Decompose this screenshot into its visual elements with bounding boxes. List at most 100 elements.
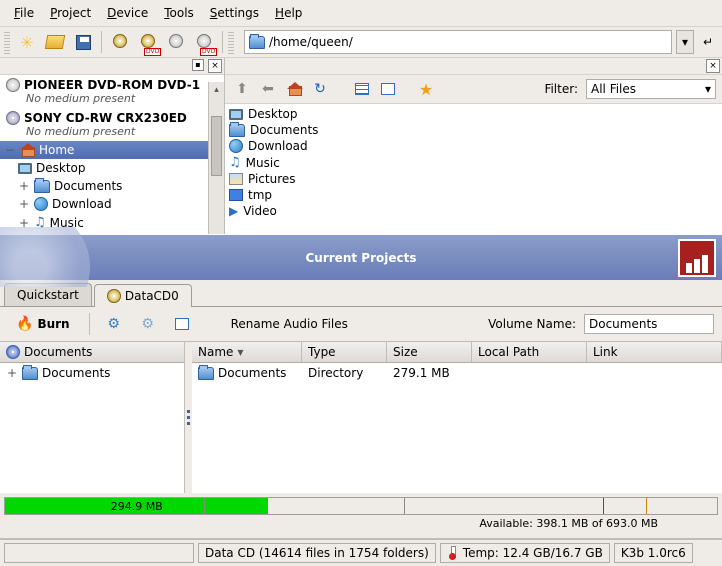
cd-icon: [6, 345, 20, 359]
main-toolbar: ✳ DVD DVD /home/queen/ ▾ ↵: [0, 27, 722, 58]
upper-panes: ▪ × PIONEER DVD-ROM DVD-1 No medium pres…: [0, 58, 722, 234]
proj-tree-header[interactable]: Documents: [0, 342, 184, 363]
current-projects-banner: Current Projects: [0, 234, 722, 280]
burn-button[interactable]: 🔥 Burn: [8, 313, 78, 335]
col-localpath[interactable]: Local Path: [472, 342, 587, 362]
file-pictures[interactable]: Pictures: [227, 171, 720, 187]
device-tree: PIONEER DVD-ROM DVD-1 No medium present …: [0, 75, 224, 234]
tree-home[interactable]: − Home: [0, 141, 224, 159]
desktop-icon: [229, 109, 243, 120]
desktop-icon: [18, 163, 32, 174]
pane-close[interactable]: ×: [208, 59, 222, 73]
toolbar-grip[interactable]: [4, 30, 10, 54]
nav-up[interactable]: ⬆: [231, 78, 253, 100]
capacity-area: 294.9 MB Available: 398.1 MB of 693.0 MB: [0, 493, 722, 534]
new-button[interactable]: ✳: [14, 29, 40, 55]
left-scrollbar[interactable]: ▴: [208, 82, 224, 234]
proj-row-documents[interactable]: Documents Directory 279.1 MB: [192, 363, 722, 383]
browser-close[interactable]: ×: [706, 59, 720, 73]
import-button[interactable]: ⚙: [101, 311, 127, 337]
file-tmp[interactable]: tmp: [227, 187, 720, 203]
proj-tree-documents[interactable]: + Documents: [0, 363, 184, 383]
location-input[interactable]: /home/queen/: [244, 30, 672, 54]
splitter[interactable]: [185, 342, 192, 493]
col-link[interactable]: Link: [587, 342, 722, 362]
browser-navbar: ⬆ ⬅ ↻ ★ Filter: All Files▾: [225, 75, 722, 104]
pictures-icon: [229, 173, 243, 185]
folder-icon: [198, 367, 214, 380]
menu-bar: File Project Device Tools Settings Help: [0, 0, 722, 27]
open-button[interactable]: [42, 29, 68, 55]
col-name[interactable]: Name ▼: [192, 342, 302, 362]
cdrw-icon: [6, 111, 20, 125]
bookmark[interactable]: ★: [415, 78, 437, 100]
disc-button-1[interactable]: [107, 29, 133, 55]
tab-datacd0[interactable]: DataCD0: [94, 284, 192, 307]
status-leftpad: [4, 543, 194, 563]
status-temp: Temp: 12.4 GB/16.7 GB: [440, 543, 610, 563]
pane-expand[interactable]: ▪: [192, 59, 204, 71]
status-datacd: Data CD (14614 files in 1754 folders): [198, 543, 436, 563]
col-size[interactable]: Size: [387, 342, 472, 362]
filter-combobox[interactable]: All Files▾: [586, 79, 716, 99]
nav-reload[interactable]: ↻: [309, 78, 331, 100]
nav-home[interactable]: [283, 78, 305, 100]
tmp-icon: [229, 189, 243, 201]
device-dvd[interactable]: PIONEER DVD-ROM DVD-1 No medium present: [0, 75, 224, 108]
menu-device[interactable]: Device: [99, 4, 156, 22]
menu-settings[interactable]: Settings: [202, 4, 267, 22]
disc-button-3[interactable]: [163, 29, 189, 55]
location-go[interactable]: ↵: [698, 32, 718, 52]
dvd-icon: [6, 78, 20, 92]
download-icon: [229, 139, 243, 153]
k3b-logo: [678, 239, 716, 277]
clear-button[interactable]: ⚙: [135, 311, 161, 337]
capacity-bar[interactable]: 294.9 MB: [4, 497, 718, 515]
folder-icon: [249, 36, 265, 49]
folder-icon: [22, 367, 38, 380]
menu-tools[interactable]: Tools: [156, 4, 202, 22]
project-view: Documents + Documents Name ▼ Type Size L…: [0, 341, 722, 493]
video-icon: ▶: [229, 204, 238, 218]
project-tabs: Quickstart DataCD0: [0, 280, 722, 306]
volume-label: Volume Name:: [488, 317, 576, 331]
location-grip[interactable]: [228, 30, 234, 54]
status-version: K3b 1.0rc6: [614, 543, 693, 563]
location-dropdown[interactable]: ▾: [676, 30, 694, 54]
thermometer-icon: [447, 546, 459, 560]
tree-download[interactable]: + Download: [0, 195, 224, 213]
file-download[interactable]: Download: [227, 138, 720, 154]
file-music[interactable]: ♫Music: [227, 154, 720, 171]
status-bar: Data CD (14614 files in 1754 folders) Te…: [0, 538, 722, 566]
device-cdrw[interactable]: SONY CD-RW CRX230ED No medium present: [0, 108, 224, 141]
banner-disc-art: [0, 227, 100, 287]
tree-desktop[interactable]: Desktop: [0, 159, 224, 177]
home-icon: [20, 144, 35, 157]
disc-button-4[interactable]: DVD: [191, 29, 217, 55]
volume-input[interactable]: [584, 314, 714, 334]
capacity-label: 294.9 MB: [5, 498, 268, 515]
nav-back[interactable]: ⬅: [257, 78, 279, 100]
file-documents[interactable]: Documents: [227, 122, 720, 138]
project-file-list: Name ▼ Type Size Local Path Link Documen…: [192, 342, 722, 493]
tree-documents[interactable]: + Documents: [0, 177, 224, 195]
menu-project[interactable]: Project: [42, 4, 99, 22]
download-icon: [34, 197, 48, 211]
rename-label: Rename Audio Files: [231, 317, 348, 331]
save-button[interactable]: [70, 29, 96, 55]
folder-icon: [34, 180, 50, 193]
col-type[interactable]: Type: [302, 342, 387, 362]
file-video[interactable]: ▶Video: [227, 203, 720, 219]
disc-button-2[interactable]: DVD: [135, 29, 161, 55]
project-tree: Documents + Documents: [0, 342, 185, 493]
properties-button[interactable]: [169, 311, 195, 337]
flame-icon: 🔥: [16, 316, 33, 332]
view-detail[interactable]: [377, 78, 399, 100]
device-tree-pane: ▪ × PIONEER DVD-ROM DVD-1 No medium pres…: [0, 58, 225, 234]
menu-help[interactable]: Help: [267, 4, 310, 22]
file-desktop[interactable]: Desktop: [227, 106, 720, 122]
menu-file[interactable]: File: [6, 4, 42, 22]
datacd-icon: [107, 289, 121, 303]
location-path: /home/queen/: [269, 35, 353, 49]
view-short[interactable]: [351, 78, 373, 100]
